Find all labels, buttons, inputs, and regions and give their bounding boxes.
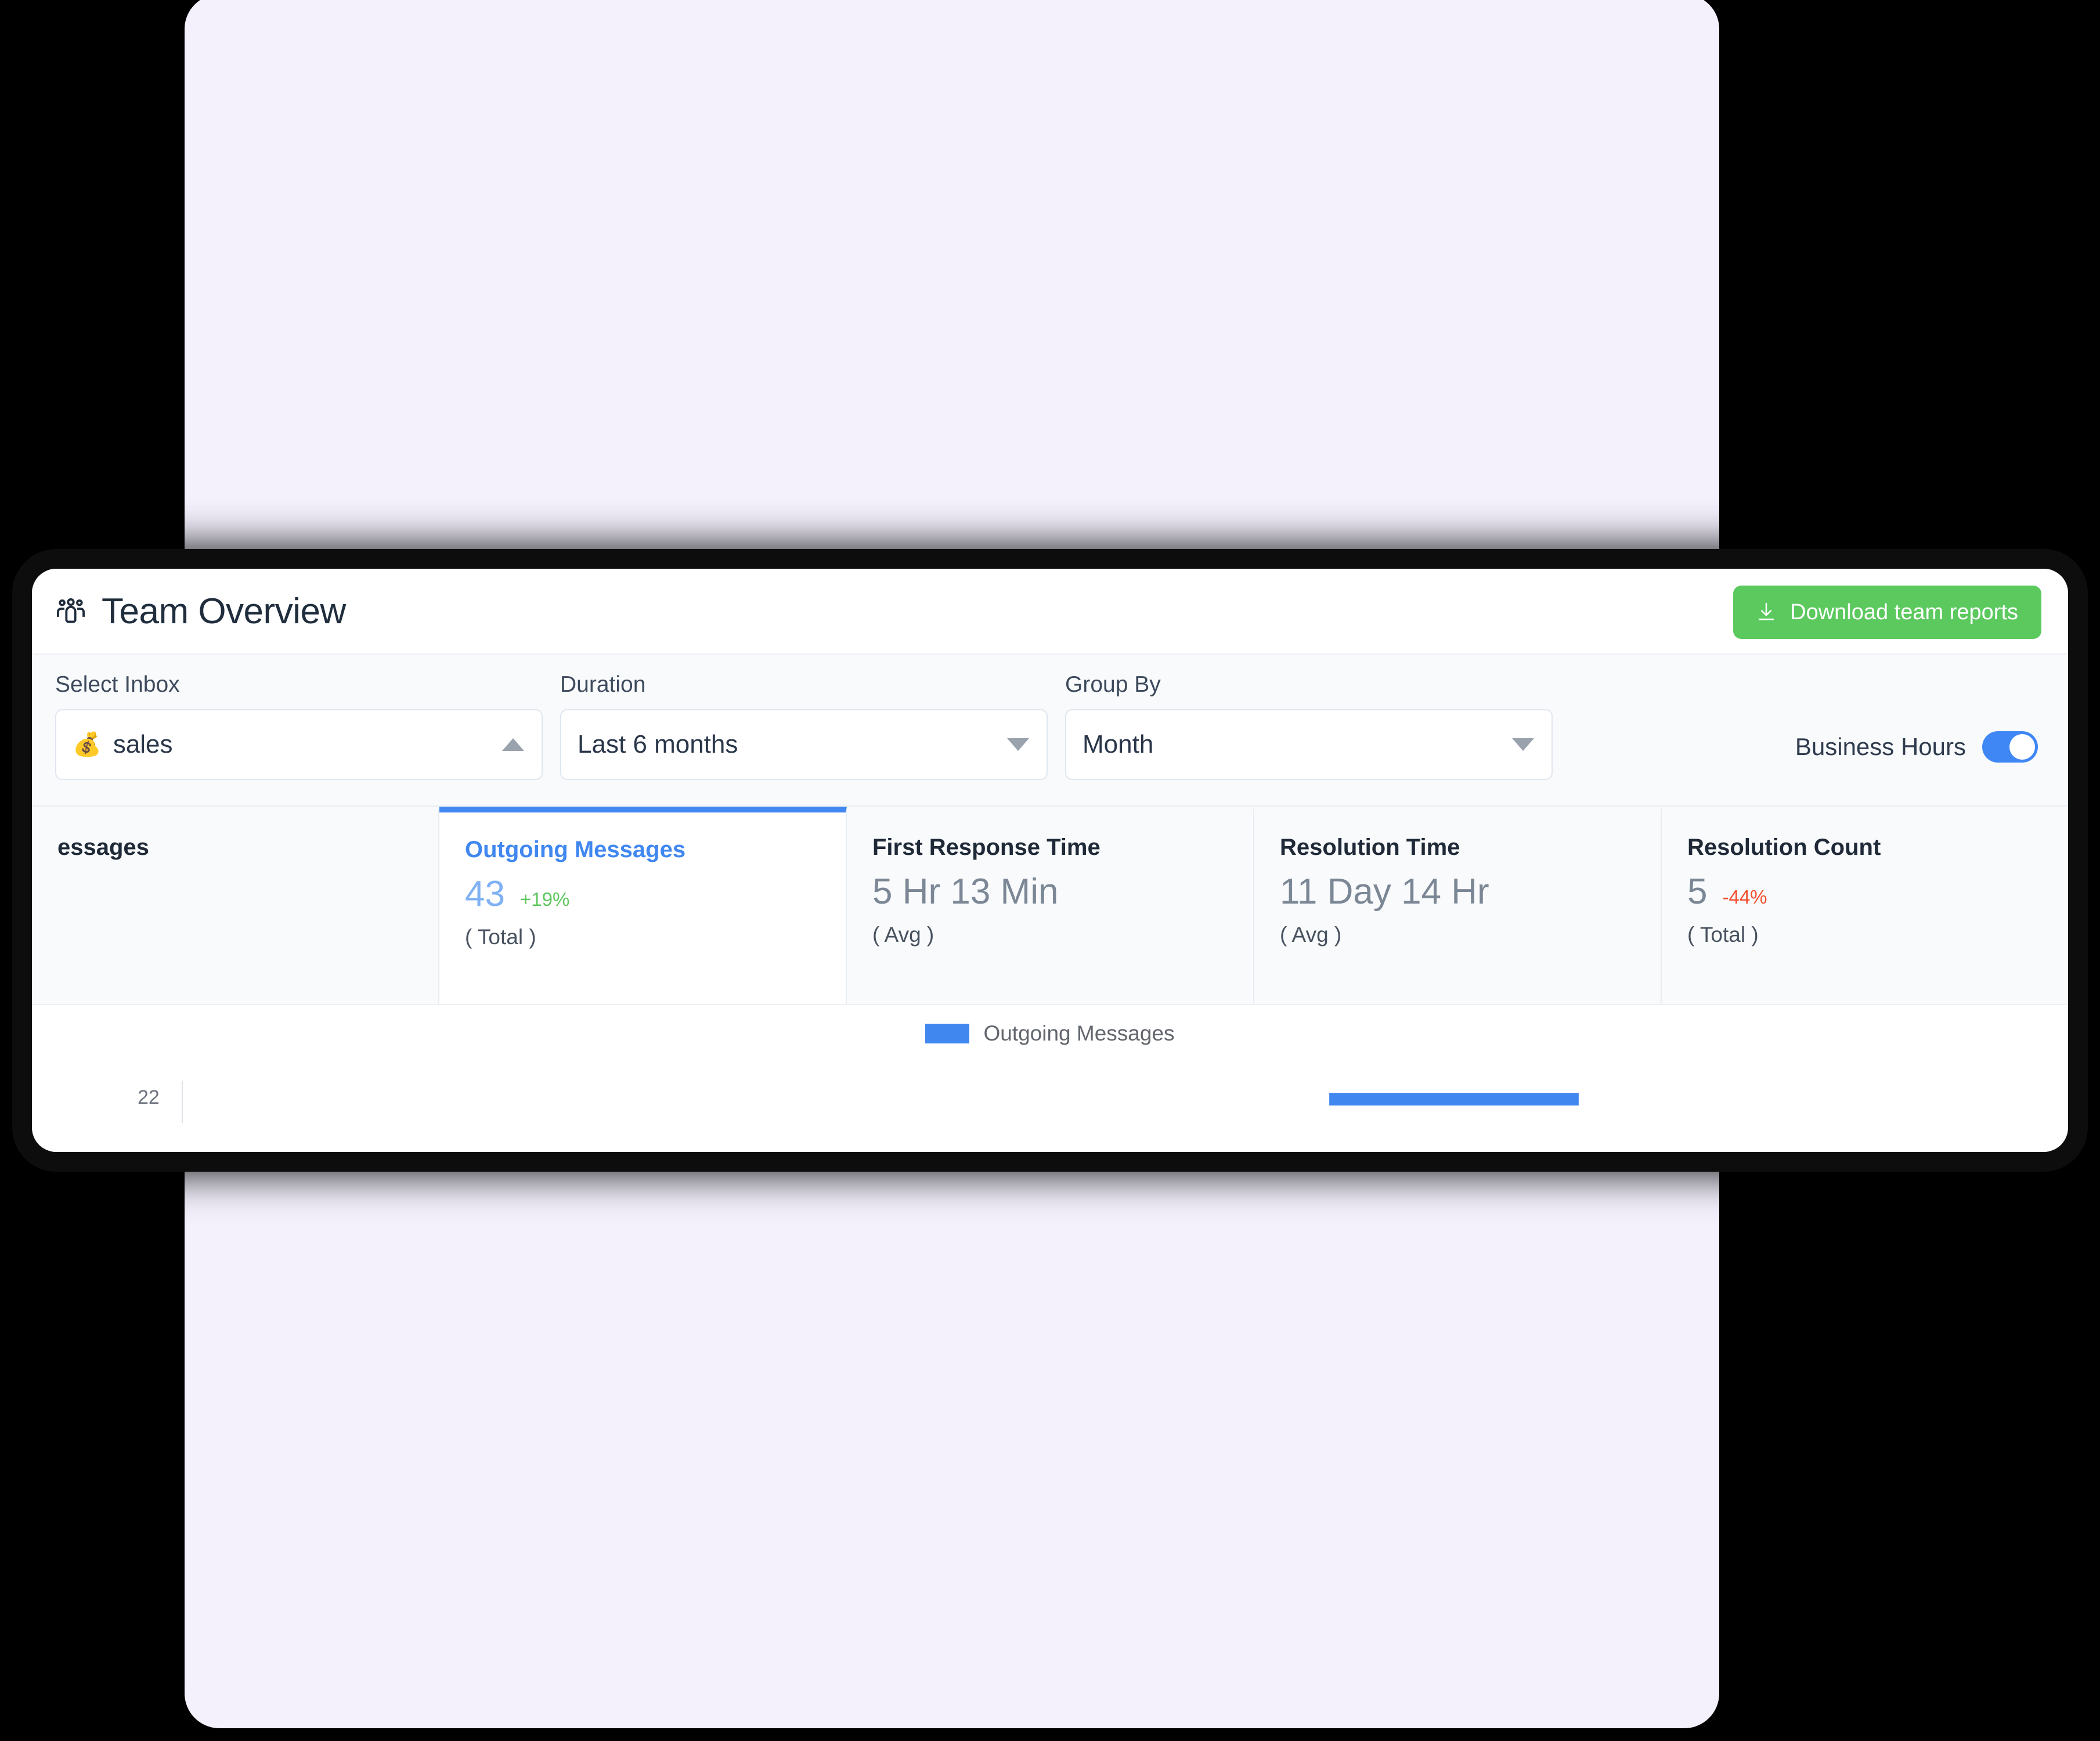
money-bag-icon: 💰 (73, 733, 102, 756)
tab-value-row: 43 +19% (465, 873, 846, 915)
panel-header: Team Overview Download team reports (32, 569, 2068, 655)
team-overview-panel: Team Overview Download team reports Sele… (32, 569, 2068, 1152)
select-inbox-label: Select Inbox (55, 672, 560, 698)
tab-delta: +19% (520, 888, 569, 911)
duration-label: Duration (560, 672, 1065, 698)
tab-resolution-time[interactable]: Resolution Time 11 Day 14 Hr ( Avg ) (1254, 807, 1662, 1004)
select-inbox-control[interactable]: 💰 sales (55, 709, 543, 780)
filter-select-inbox: Select Inbox 💰 sales (55, 672, 560, 780)
filter-group-by: Group By Month (1065, 672, 1563, 780)
duration-control[interactable]: Last 6 months (560, 709, 1048, 780)
tab-incoming-messages[interactable]: essages (32, 807, 439, 1004)
chart-area: Outgoing Messages 22 (32, 1004, 2068, 1106)
filter-bar: Select Inbox 💰 sales Duration Last 6 mon… (32, 655, 2068, 806)
tab-aggregation: ( Avg ) (1280, 923, 1661, 947)
tab-title: essages (57, 835, 438, 861)
chevron-up-icon[interactable] (502, 738, 524, 751)
tab-first-response-time[interactable]: First Response Time 5 Hr 13 Min ( Avg ) (847, 807, 1254, 1004)
business-hours-control: Business Hours (1795, 731, 2038, 763)
download-button-label: Download team reports (1790, 600, 2018, 625)
tab-value-row: 5 -44% (1687, 871, 2068, 912)
tab-title: Resolution Time (1280, 835, 1661, 861)
chart-bar (1329, 1093, 1579, 1106)
tab-value-row: 11 Day 14 Hr (1280, 871, 1661, 912)
group-by-label: Group By (1065, 672, 1563, 698)
select-inbox-value-text: sales (113, 730, 173, 759)
tab-resolution-count[interactable]: Resolution Count 5 -44% ( Total ) (1662, 807, 2068, 1004)
chart-y-axis (182, 1081, 183, 1123)
group-by-control[interactable]: Month (1065, 709, 1553, 780)
group-by-value: Month (1083, 730, 1153, 759)
filters-row: Select Inbox 💰 sales Duration Last 6 mon… (55, 672, 2045, 780)
tab-value-row: 5 Hr 13 Min (872, 871, 1253, 912)
team-icon (55, 595, 86, 627)
chart-legend: Outgoing Messages (32, 1005, 2068, 1046)
tab-aggregation: ( Total ) (1687, 923, 2068, 947)
filter-duration: Duration Last 6 months (560, 672, 1065, 780)
legend-swatch-outgoing-messages (925, 1024, 969, 1043)
tab-title: First Response Time (872, 835, 1253, 861)
toggle-knob (2009, 734, 2035, 760)
tab-aggregation: ( Total ) (465, 925, 846, 949)
metric-tabs: essages Outgoing Messages 43 +19% ( Tota… (32, 806, 2068, 1004)
title-group: Team Overview (55, 591, 346, 632)
screenshot-stage: Team Overview Download team reports Sele… (0, 0, 2100, 1741)
tab-outgoing-messages[interactable]: Outgoing Messages 43 +19% ( Total ) (439, 807, 847, 1004)
page-title: Team Overview (102, 591, 346, 632)
tab-title: Outgoing Messages (465, 837, 846, 863)
tab-aggregation: ( Avg ) (872, 923, 1253, 947)
duration-value: Last 6 months (578, 730, 738, 759)
chevron-down-icon[interactable] (1007, 738, 1029, 751)
chart-y-tick: 22 (138, 1086, 160, 1109)
business-hours-label: Business Hours (1795, 733, 1966, 761)
tab-value: 5 (1687, 871, 1707, 912)
business-hours-toggle[interactable] (1982, 731, 2038, 763)
download-icon (1756, 601, 1776, 623)
tab-value: 11 Day 14 Hr (1280, 871, 1489, 912)
download-team-reports-button[interactable]: Download team reports (1733, 586, 2041, 639)
tab-delta: -44% (1722, 886, 1767, 908)
legend-label: Outgoing Messages (983, 1021, 1174, 1046)
tab-value: 43 (465, 873, 505, 915)
chevron-down-icon[interactable] (1512, 738, 1534, 751)
select-inbox-value: 💰 sales (73, 730, 173, 759)
tab-title: Resolution Count (1687, 835, 2068, 861)
tab-value: 5 Hr 13 Min (872, 871, 1058, 912)
